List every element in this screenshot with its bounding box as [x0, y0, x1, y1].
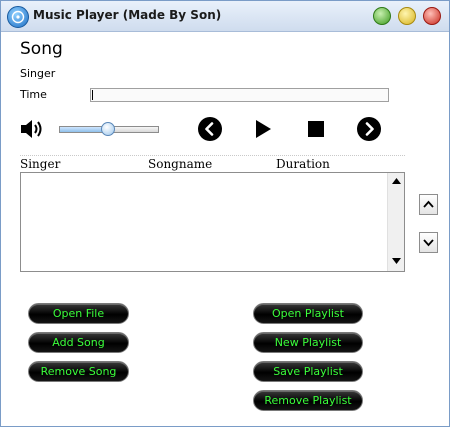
play-icon [256, 120, 271, 138]
music-disc-icon [7, 6, 29, 28]
new-playlist-button[interactable]: New Playlist [253, 332, 363, 353]
save-playlist-button[interactable]: Save Playlist [253, 361, 363, 382]
previous-icon [198, 117, 222, 141]
time-progress-field[interactable] [90, 88, 389, 102]
minimize-button[interactable] [373, 7, 391, 25]
song-title: Song [20, 39, 63, 59]
column-header-singer[interactable]: Singer [20, 157, 60, 171]
add-song-button[interactable]: Add Song [28, 332, 129, 353]
chevron-down-icon [423, 239, 434, 247]
time-label: Time [20, 88, 47, 101]
open-file-button[interactable]: Open File [28, 303, 129, 324]
previous-button[interactable] [198, 117, 222, 141]
remove-playlist-button[interactable]: Remove Playlist [253, 390, 363, 411]
playlist-list[interactable] [20, 172, 405, 272]
time-caret [92, 90, 93, 100]
playlist-header: Singer Songname Duration [20, 155, 405, 173]
column-header-songname[interactable]: Songname [148, 157, 212, 171]
stop-icon [308, 121, 324, 137]
maximize-button[interactable] [398, 7, 416, 25]
volume-slider[interactable] [59, 122, 159, 136]
singer-label: Singer [20, 67, 56, 80]
scroll-down-icon[interactable] [389, 255, 403, 269]
remove-song-button[interactable]: Remove Song [28, 361, 129, 382]
chevron-up-icon [423, 200, 434, 208]
scroll-up-icon[interactable] [389, 175, 403, 189]
main-window: Music Player (Made By Son) Song Singer T… [0, 0, 450, 427]
stop-button[interactable] [304, 117, 328, 141]
playlist-scrollbar[interactable] [387, 173, 404, 271]
play-button[interactable] [251, 117, 275, 141]
volume-icon[interactable] [19, 117, 47, 141]
move-up-button[interactable] [419, 194, 438, 215]
open-playlist-button[interactable]: Open Playlist [253, 303, 363, 324]
window-title: Music Player (Made By Son) [33, 8, 222, 22]
close-button[interactable] [423, 7, 441, 25]
next-icon [357, 117, 381, 141]
volume-thumb[interactable] [101, 122, 115, 136]
move-down-button[interactable] [419, 232, 438, 253]
column-header-duration[interactable]: Duration [276, 157, 330, 171]
title-bar: Music Player (Made By Son) [1, 1, 449, 32]
next-button[interactable] [357, 117, 381, 141]
